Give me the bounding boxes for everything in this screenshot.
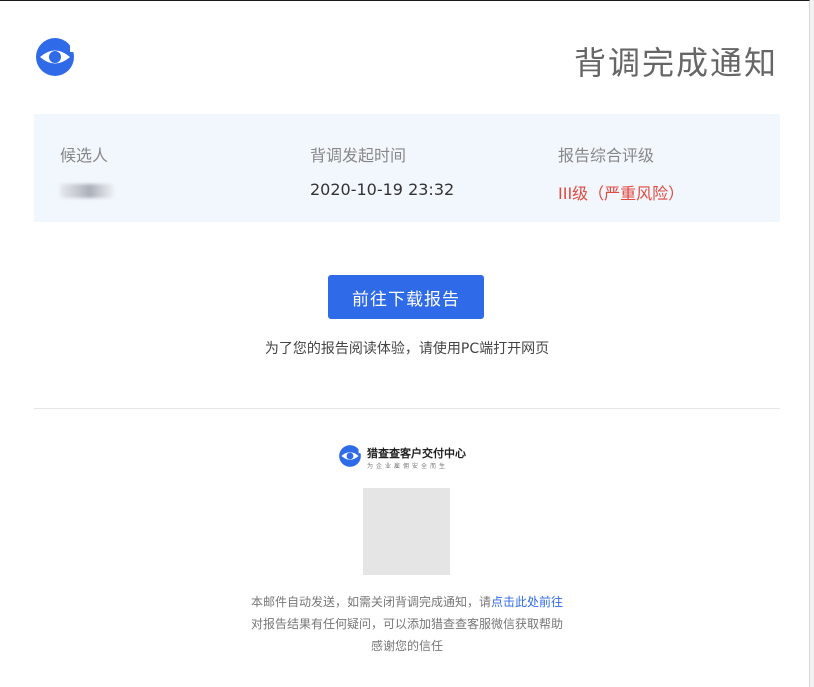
divider	[34, 408, 780, 409]
footer-help-text: 对报告结果有任何疑问，可以添加猎查查客服微信获取帮助	[250, 617, 563, 631]
pc-hint-text: 为了您的报告阅读体验，请使用PC端打开网页	[264, 341, 550, 357]
report-info-card: 候选人 背调发起时间 2020-10-19 23:32 报告综合评级 III级（…	[34, 114, 780, 222]
rating-label: 报告综合评级	[558, 146, 655, 165]
start-time-value: 2020-10-19 23:32	[310, 180, 455, 199]
rating-value: III级（严重风险）	[558, 184, 685, 203]
qr-code-image	[363, 488, 450, 575]
footer-notice-text: 本邮件自动发送，如需关闭背调完成通知，请	[250, 595, 491, 609]
download-report-button[interactable]: 前往下载报告	[328, 275, 484, 319]
footer-thanks-text: 感谢您的信任	[370, 639, 443, 653]
start-time-column: 背调发起时间 2020-10-19 23:32	[310, 142, 454, 199]
candidate-label: 候选人	[60, 146, 109, 165]
footer-notice: 本邮件自动发送，如需关闭背调完成通知，请点击此处前往	[0, 591, 814, 613]
page-title: 背调完成通知	[573, 44, 778, 82]
footer-brand: 猎查查客户交付中心	[367, 447, 466, 460]
eye-logo-icon	[36, 36, 76, 76]
rating-column: 报告综合评级 III级（严重风险）	[558, 142, 684, 204]
start-time-label: 背调发起时间	[310, 146, 407, 165]
unsubscribe-link[interactable]: 点击此处前往	[491, 595, 563, 609]
candidate-name-blurred	[60, 180, 114, 202]
eye-logo-small-icon	[339, 444, 362, 467]
candidate-column: 候选人	[60, 142, 114, 202]
footer-slogan: 为企业雇佣安全而生	[367, 463, 449, 470]
